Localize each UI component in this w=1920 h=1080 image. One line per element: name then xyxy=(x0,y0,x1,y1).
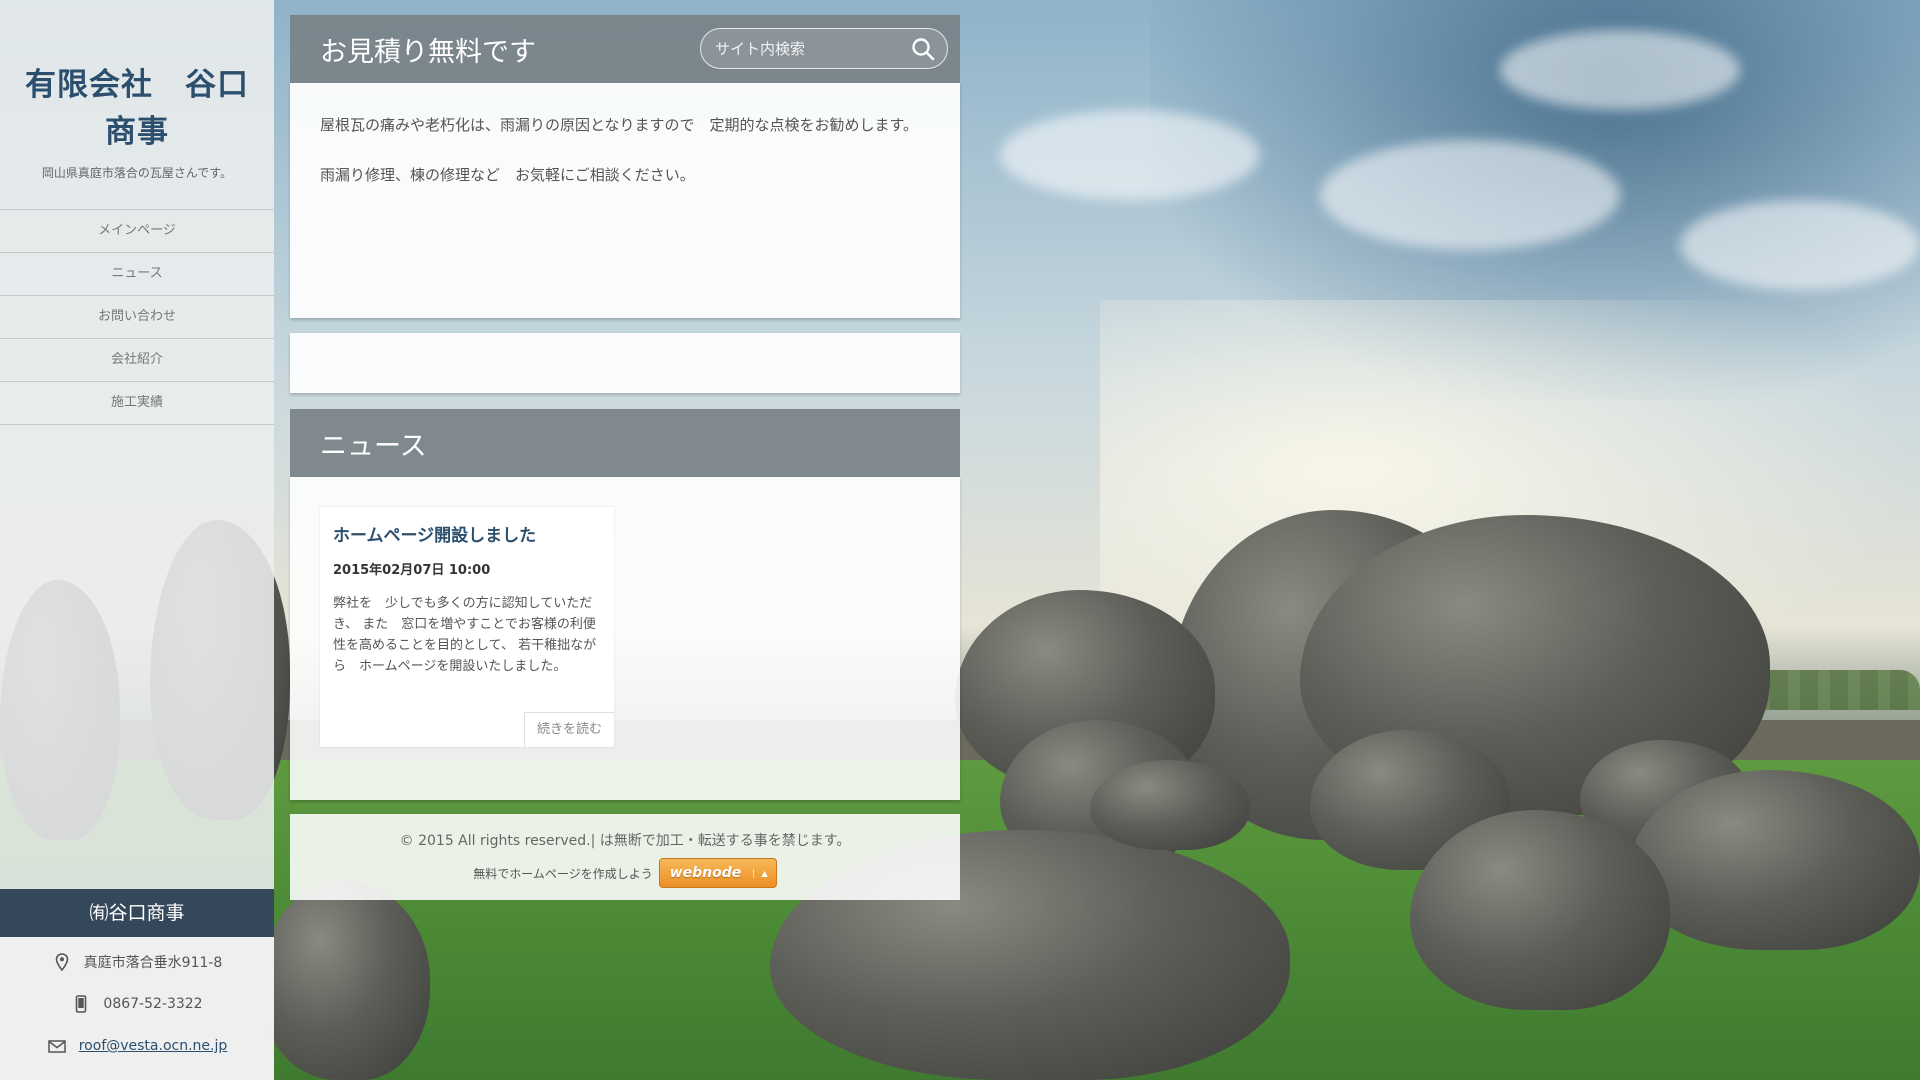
menu-item-main-page[interactable]: メインページ xyxy=(0,210,274,253)
news-item-text: 弊社を 少しでも多くの方に認知していただき、 また 窓口を増やすことでお客様の利… xyxy=(333,596,597,674)
site-subtitle: 岡山県真庭市落合の瓦屋さんです。 xyxy=(41,166,233,180)
news-item-date: 2015年02月07日 10:00 xyxy=(333,563,491,578)
intro-body: 屋根瓦の痛みや老朽化は、雨漏りの原因となりますので 定期的な点検をお勧めします。… xyxy=(290,83,960,318)
news-heading: ニュース xyxy=(320,431,427,462)
news-panel: ニュース ホームページ開設しました 2015年02月07日 10:00 弊社を … xyxy=(290,409,960,800)
webnode-button[interactable]: webnode ▲ xyxy=(658,858,777,888)
webnode-logo: webnode xyxy=(669,865,742,881)
footer-copyright: © 2015 All rights reserved.| は無断で加工・転送する… xyxy=(399,833,851,849)
intro-paragraph-2: 雨漏り修理、棟の修理など お気軽にご相談ください。 xyxy=(320,166,695,184)
brand: 有限会社 谷口商事 岡山県真庭市落合の瓦屋さんです。 xyxy=(0,0,274,181)
search-input[interactable] xyxy=(713,29,897,69)
cloud xyxy=(1500,30,1740,110)
footer-make-site: 無料でホームページを作成しよう webnode ▲ xyxy=(290,858,960,888)
boulder xyxy=(1410,810,1670,1010)
menu-item-news[interactable]: ニュース xyxy=(0,253,274,296)
mobile-phone-icon xyxy=(71,995,91,1013)
site-search xyxy=(700,28,948,69)
triangle-up-icon: ▲ xyxy=(752,868,768,878)
news-item-title[interactable]: ホームページ開設しました xyxy=(333,521,536,546)
footer-make-site-text: 無料でホームページを作成しよう xyxy=(473,866,653,881)
contact-company-name: ㈲谷口商事 xyxy=(0,889,274,937)
contact-address: 真庭市落合垂水911-8 xyxy=(83,955,223,971)
menu-item-works[interactable]: 施工実績 xyxy=(0,382,274,425)
empty-panel xyxy=(290,333,960,393)
contact-email-row: roof@vesta.ocn.ne.jp xyxy=(0,1025,274,1067)
cloud xyxy=(1320,140,1620,250)
contact-email-link[interactable]: roof@vesta.ocn.ne.jp xyxy=(79,1038,228,1054)
contact-address-row: 真庭市落合垂水911-8 xyxy=(0,941,274,983)
background-photo xyxy=(0,0,1920,1080)
contact-phone: 0867-52-3322 xyxy=(103,996,203,1012)
intro-panel: お見積り無料です 屋根瓦の痛みや老朽化は、雨漏りの原因となりますので 定期的な点… xyxy=(290,15,960,318)
cloud xyxy=(1000,110,1260,200)
contact-box: ㈲谷口商事 真庭市落合垂水911-8 0867-52-3322 roof@ves… xyxy=(0,889,274,1080)
contact-phone-row: 0867-52-3322 xyxy=(0,983,274,1025)
boulder xyxy=(260,880,430,1080)
search-icon[interactable] xyxy=(911,37,935,61)
intro-heading: お見積り無料です xyxy=(320,37,536,68)
menu-item-company[interactable]: 会社紹介 xyxy=(0,339,274,382)
main-menu: メインページ ニュース お問い合わせ 会社紹介 施工実績 xyxy=(0,209,274,425)
news-header: ニュース xyxy=(290,409,960,477)
site-title[interactable]: 有限会社 谷口商事 xyxy=(24,62,250,156)
menu-item-contact[interactable]: お問い合わせ xyxy=(0,296,274,339)
map-pin-icon xyxy=(52,953,72,971)
read-more-button[interactable]: 続きを読む xyxy=(523,712,614,747)
intro-paragraph-1: 屋根瓦の痛みや老朽化は、雨漏りの原因となりますので 定期的な点検をお勧めします。 xyxy=(320,116,919,134)
boulder xyxy=(1090,760,1250,850)
footer: © 2015 All rights reserved.| は無断で加工・転送する… xyxy=(290,814,960,900)
boulder xyxy=(1630,770,1920,950)
cloud xyxy=(1680,200,1920,290)
intro-header: お見積り無料です xyxy=(290,15,960,83)
sidebar: 有限会社 谷口商事 岡山県真庭市落合の瓦屋さんです。 メインページ ニュース お… xyxy=(0,0,274,1080)
news-body: ホームページ開設しました 2015年02月07日 10:00 弊社を 少しでも多… xyxy=(290,477,960,800)
mail-icon xyxy=(47,1039,67,1053)
news-item: ホームページ開設しました 2015年02月07日 10:00 弊社を 少しでも多… xyxy=(320,507,614,747)
